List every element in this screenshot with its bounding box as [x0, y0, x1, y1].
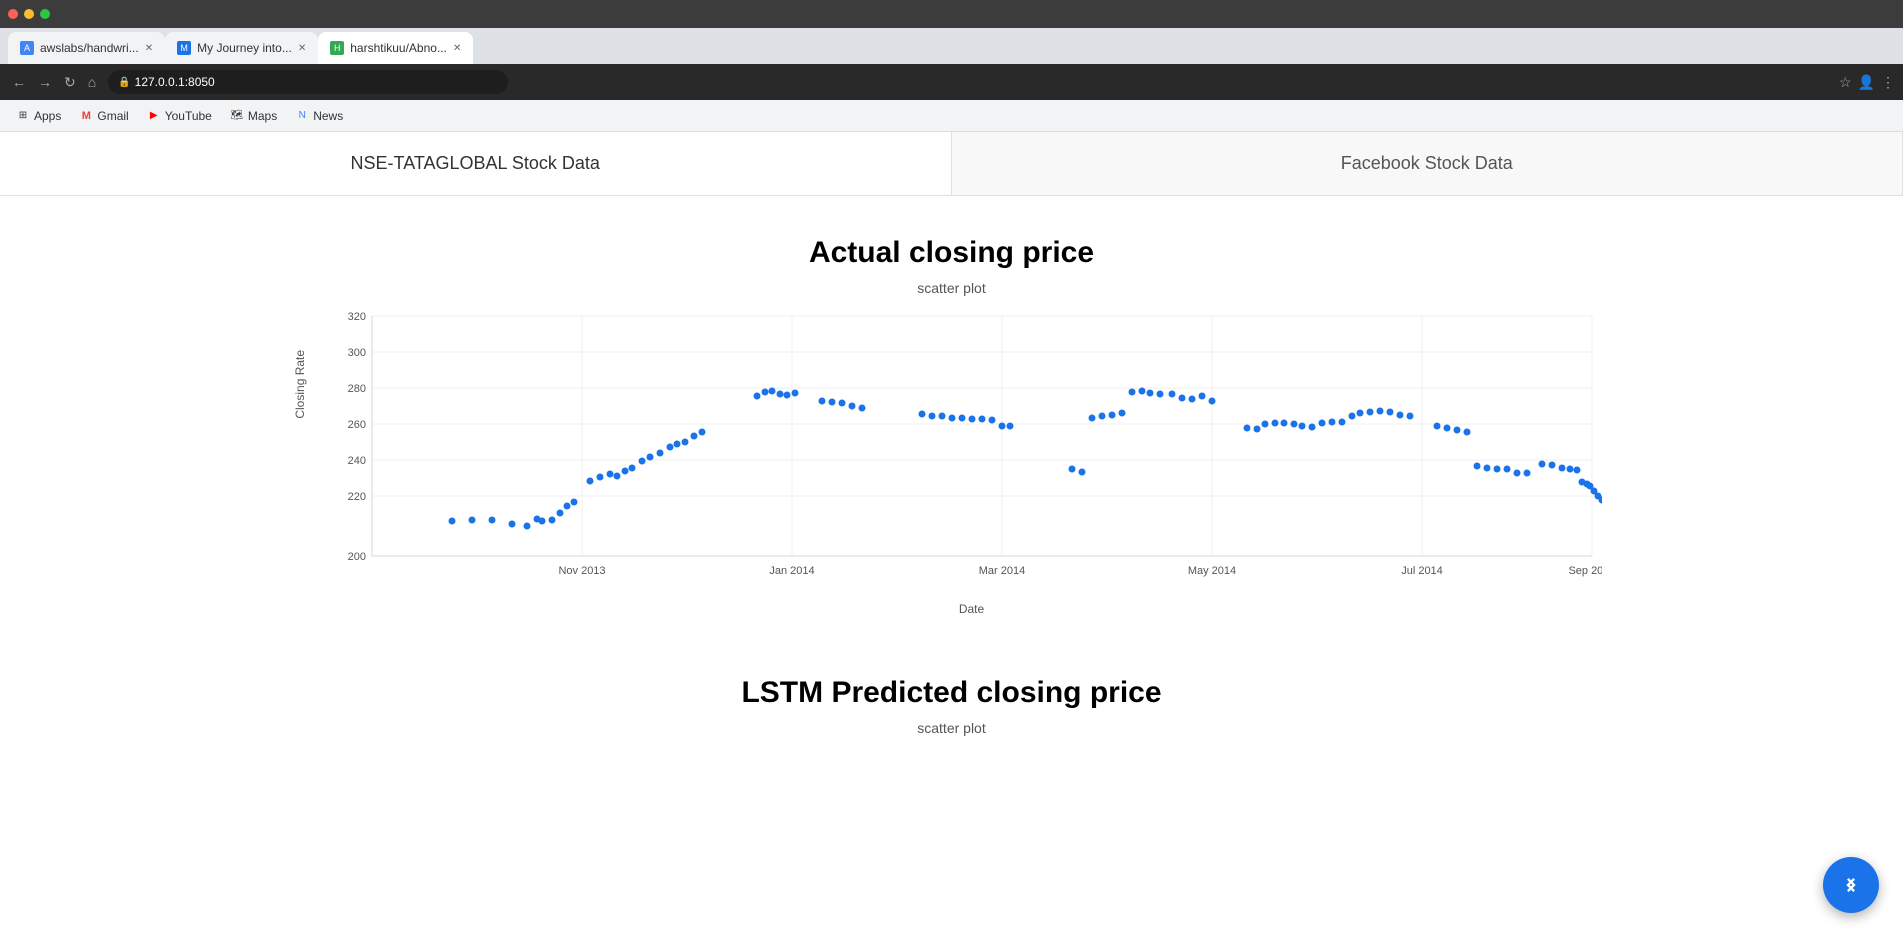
- svg-text:240: 240: [347, 455, 365, 467]
- lstm-title: LSTM Predicted closing price: [0, 656, 1903, 720]
- nav-fb-label: Facebook Stock Data: [1341, 153, 1513, 174]
- actual-price-section: Actual closing price scatter plot Closin…: [0, 196, 1903, 636]
- lstm-section: LSTM Predicted closing price scatter plo…: [0, 636, 1903, 766]
- tab-label-awslabs: awslabs/handwri...: [40, 41, 139, 55]
- maximize-btn[interactable]: [40, 9, 50, 19]
- address-bar[interactable]: 🔒 127.0.0.1:8050: [108, 70, 508, 94]
- page-nav: NSE-TATAGLOBAL Stock Data Facebook Stock…: [0, 132, 1903, 196]
- scatter-plot-svg: 320 300 280 260 240 220 200 Nov 2013 Jan…: [342, 306, 1602, 596]
- tab-close-harshtikuu[interactable]: ✕: [453, 43, 461, 54]
- svg-text:300: 300: [347, 347, 365, 359]
- tab-favicon-awslabs: A: [20, 41, 34, 55]
- nav-actions: ☆ 👤 ⋮: [1839, 74, 1895, 91]
- nav-button[interactable]: [1823, 857, 1879, 913]
- nav-nse[interactable]: NSE-TATAGLOBAL Stock Data: [0, 132, 952, 195]
- reload-icon[interactable]: ↻: [60, 70, 80, 95]
- x-axis-label: Date: [342, 602, 1602, 616]
- svg-text:Sep 2014: Sep 2014: [1568, 565, 1602, 577]
- lock-icon: 🔒: [118, 77, 130, 88]
- home-icon[interactable]: ⌂: [84, 70, 100, 94]
- svg-text:Jan 2014: Jan 2014: [769, 565, 814, 577]
- actual-price-subtitle: scatter plot: [0, 280, 1903, 296]
- bookmark-gmail-label: Gmail: [97, 109, 128, 123]
- lstm-subtitle: scatter plot: [0, 720, 1903, 736]
- bookmark-news-label: News: [313, 109, 343, 123]
- bookmark-star-icon[interactable]: ☆: [1839, 74, 1852, 91]
- tab-close-awslabs[interactable]: ✕: [145, 43, 153, 54]
- tab-awslabs[interactable]: A awslabs/handwri... ✕: [8, 32, 165, 64]
- back-icon[interactable]: ←: [8, 70, 30, 94]
- bookmark-apps[interactable]: ⊞ Apps: [8, 106, 69, 126]
- svg-text:Mar 2014: Mar 2014: [978, 565, 1024, 577]
- nav-bar: ← → ↻ ⌂ 🔒 127.0.0.1:8050 ☆ 👤 ⋮: [0, 64, 1903, 100]
- bookmark-apps-label: Apps: [34, 109, 61, 123]
- tab-favicon-harshtikuu: H: [330, 41, 344, 55]
- nav-button-icon: [1837, 871, 1865, 899]
- tab-harshtikuu[interactable]: H harshtikuu/Abno... ✕: [318, 32, 473, 64]
- tab-favicon-journey: M: [177, 41, 191, 55]
- bookmark-youtube[interactable]: ▶ YouTube: [139, 106, 220, 126]
- maps-icon: 🗺: [230, 109, 244, 123]
- actual-price-chart: Closing Rate: [302, 306, 1602, 616]
- bookmarks-bar: ⊞ Apps M Gmail ▶ YouTube 🗺 Maps N News: [0, 100, 1903, 132]
- svg-text:May 2014: May 2014: [1187, 565, 1235, 577]
- tab-label-journey: My Journey into...: [197, 41, 292, 55]
- youtube-icon: ▶: [147, 109, 161, 123]
- tab-close-journey[interactable]: ✕: [298, 43, 306, 54]
- minimize-btn[interactable]: [24, 9, 34, 19]
- y-axis-label: Closing Rate: [293, 350, 307, 419]
- tab-journey[interactable]: M My Journey into... ✕: [165, 32, 318, 64]
- close-btn[interactable]: [8, 9, 18, 19]
- svg-text:260: 260: [347, 419, 365, 431]
- svg-text:220: 220: [347, 491, 365, 503]
- bookmark-maps-label: Maps: [248, 109, 277, 123]
- bookmark-maps[interactable]: 🗺 Maps: [222, 106, 285, 126]
- url-text: 127.0.0.1:8050: [135, 75, 215, 89]
- main-content: NSE-TATAGLOBAL Stock Data Facebook Stock…: [0, 132, 1903, 932]
- tab-label-harshtikuu: harshtikuu/Abno...: [350, 41, 447, 55]
- svg-text:Jul 2014: Jul 2014: [1401, 565, 1443, 577]
- svg-text:280: 280: [347, 383, 365, 395]
- bookmark-news[interactable]: N News: [287, 106, 351, 126]
- bookmark-gmail[interactable]: M Gmail: [71, 106, 136, 126]
- menu-icon[interactable]: ⋮: [1881, 74, 1895, 91]
- nav-nse-label: NSE-TATAGLOBAL Stock Data: [351, 153, 600, 174]
- browser-chrome: [0, 0, 1903, 28]
- profile-icon[interactable]: 👤: [1858, 74, 1875, 91]
- gmail-icon: M: [79, 109, 93, 123]
- forward-icon[interactable]: →: [34, 70, 56, 94]
- tab-bar: A awslabs/handwri... ✕ M My Journey into…: [0, 28, 1903, 64]
- actual-price-title: Actual closing price: [0, 216, 1903, 280]
- bookmark-youtube-label: YouTube: [165, 109, 212, 123]
- apps-icon: ⊞: [16, 109, 30, 123]
- svg-text:320: 320: [347, 311, 365, 323]
- nav-fb[interactable]: Facebook Stock Data: [952, 132, 1903, 195]
- svg-text:200: 200: [347, 551, 365, 563]
- svg-text:Nov 2013: Nov 2013: [558, 565, 605, 577]
- news-icon: N: [295, 109, 309, 123]
